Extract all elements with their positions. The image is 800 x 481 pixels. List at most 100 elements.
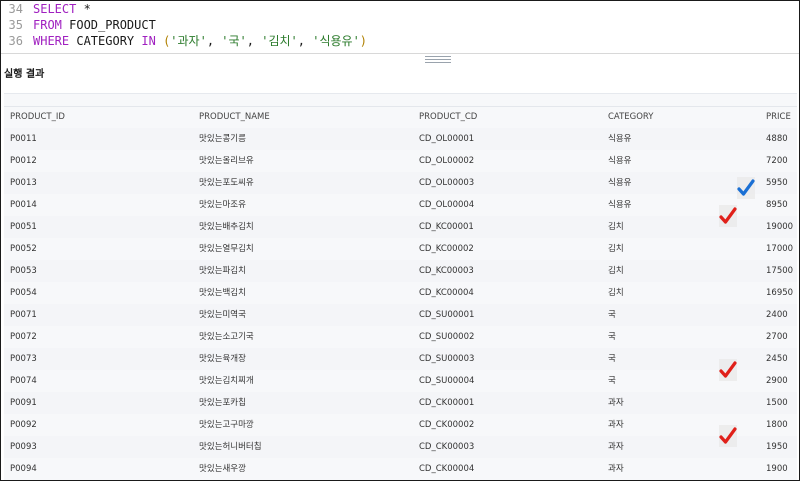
sql-string: '국' [221,34,247,48]
table-cell: 맛있는파김치 [199,266,246,276]
table-row[interactable]: P0014 맛있는마조유 CD_OL00004 식용유 8950 [4,194,797,216]
column-header[interactable]: PRICE [766,106,791,128]
table-cell: 맛있는포카칩 [199,398,246,408]
table-cell: CD_OL00004 [419,200,475,210]
line-number: 35 [8,18,23,32]
table-row[interactable]: P0054 맛있는백김치 CD_KC00004 김치 16950 [4,282,797,304]
table-row[interactable]: P0073 맛있는육개장 CD_SU00003 국 2450 [4,348,797,370]
table-cell: 맛있는백김치 [199,288,246,298]
table-cell: CD_OL00002 [419,156,475,166]
table-cell: 1950 [766,442,788,452]
sql-token: , [206,34,222,48]
code-line[interactable]: 35 FROM FOOD_PRODUCT [1,17,156,33]
sql-token: , [297,34,313,48]
table-row[interactable]: P0053 맛있는파김치 CD_KC00003 김치 17500 [4,260,797,282]
table-cell: CD_SU00002 [419,332,475,342]
table-cell: 식용유 [608,200,632,210]
table-row[interactable]: P0091 맛있는포카칩 CD_CK00001 과자 1500 [4,392,797,414]
table-cell: 맛있는육개장 [199,354,246,364]
table-cell: CD_SU00004 [419,376,475,386]
table-cell: 2400 [766,310,788,320]
table-cell: CD_OL00003 [419,178,475,188]
sql-token: ) [359,34,368,48]
table-cell: 맛있는콩기름 [199,134,246,144]
table-cell: 맛있는배추김치 [199,222,254,232]
table-row[interactable]: P0071 맛있는미역국 CD_SU00001 국 2400 [4,304,797,326]
table-cell: 국 [608,354,616,364]
table-row[interactable]: P0011 맛있는콩기름 CD_OL00001 식용유 4880 [4,128,797,150]
results-title: 실행 결과 [4,69,45,80]
table-cell: P0094 [10,464,37,474]
panel-splitter[interactable] [1,53,799,64]
table-cell: CD_SU00003 [419,354,475,364]
window-frame: 34 SELECT * 35 FROM FOOD_PRODUCT 36 WHERE CAT… [0,0,800,481]
table-cell: CD_KC00002 [419,244,474,254]
column-header[interactable]: PRODUCT_ID [10,106,65,128]
table-cell: P0071 [10,310,37,320]
table-cell: 2450 [766,354,788,364]
table-row[interactable]: P0072 맛있는소고기국 CD_SU00002 국 2700 [4,326,797,348]
table-cell: 7200 [766,156,788,166]
table-cell: CD_KC00001 [419,222,474,232]
table-cell: 맛있는미역국 [199,310,246,320]
column-header[interactable]: CATEGORY [608,106,653,128]
checkmark-icon [737,177,755,199]
table-cell: 맛있는소고기국 [199,332,254,342]
table-cell: 5950 [766,178,788,188]
table-cell: 과자 [608,398,624,408]
sql-editor[interactable]: 34 SELECT * 35 FROM FOOD_PRODUCT 36 WHERE CAT… [1,1,799,53]
table-cell: 1900 [766,464,788,474]
table-cell: P0054 [10,288,37,298]
table-cell: 17000 [766,244,794,254]
code-line[interactable]: 36 WHERE CATEGORY IN ('과자', '국', '김치', '식… [1,33,367,49]
sql-string: '김치' [261,34,298,48]
table-row[interactable]: P0051 맛있는배추김치 CD_KC00001 김치 19000 [4,216,797,238]
column-header[interactable]: PRODUCT_NAME [199,106,270,128]
table-row[interactable]: P0092 맛있는고구마깡 CD_CK00002 과자 1800 [4,414,797,436]
table-header-row: PRODUCT_ID PRODUCT_NAME PRODUCT_CD CATEGORY… [4,106,797,128]
checkmark-icon [719,425,737,447]
drag-handle-icon[interactable] [425,56,451,63]
code-line[interactable]: 34 SELECT * [1,1,91,17]
sql-keyword: FROM [33,18,62,32]
table-cell: 식용유 [608,134,632,144]
table-cell: P0052 [10,244,37,254]
sql-keyword: WHERE [33,34,70,48]
table-cell: 과자 [608,442,624,452]
table-row[interactable]: P0052 맛있는열무김치 CD_KC00002 김치 17000 [4,238,797,260]
table-row[interactable]: P0094 맛있는새우깡 CD_CK00004 과자 1900 [4,458,797,480]
table-cell: 맛있는고구마깡 [199,420,254,430]
table-cell: 김치 [608,288,624,298]
table-cell: 1800 [766,420,788,430]
table-cell: 맛있는올리브유 [199,156,254,166]
table-row[interactable]: P0013 맛있는포도씨유 CD_OL00003 식용유 5950 [4,172,797,194]
table-cell: 국 [608,310,616,320]
sql-token: CATEGORY [69,34,142,48]
table-cell: 맛있는허니버터칩 [199,442,262,452]
sql-string: '과자' [170,34,207,48]
table-cell: P0014 [10,200,37,210]
table-cell: P0053 [10,266,37,276]
table-row[interactable]: P0074 맛있는김치찌개 CD_SU00004 국 2900 [4,370,797,392]
table-cell: P0013 [10,178,37,188]
table-cell: 1500 [766,398,788,408]
table-cell: P0012 [10,156,37,166]
table-row[interactable]: P0012 맛있는올리브유 CD_OL00002 식용유 7200 [4,150,797,172]
table-cell: P0072 [10,332,37,342]
table-cell: 4880 [766,134,788,144]
column-header[interactable]: PRODUCT_CD [419,106,477,128]
table-cell: CD_CK00001 [419,398,475,408]
table-cell: 김치 [608,244,624,254]
table-cell: 맛있는열무김치 [199,244,254,254]
line-number: 36 [8,34,23,48]
table-cell: P0073 [10,354,37,364]
sql-keyword: SELECT [33,2,77,16]
table-cell: P0074 [10,376,37,386]
table-cell: CD_KC00003 [419,266,474,276]
table-cell: P0091 [10,398,37,408]
table-row[interactable]: P0093 맛있는허니버터칩 CD_CK00003 과자 1950 [4,436,797,458]
sql-string: '식용유' [312,34,360,48]
table-cell: CD_CK00003 [419,442,475,452]
results-grid: PRODUCT_ID PRODUCT_NAME PRODUCT_CD CATEGORY… [4,93,797,480]
table-cell: 국 [608,376,616,386]
